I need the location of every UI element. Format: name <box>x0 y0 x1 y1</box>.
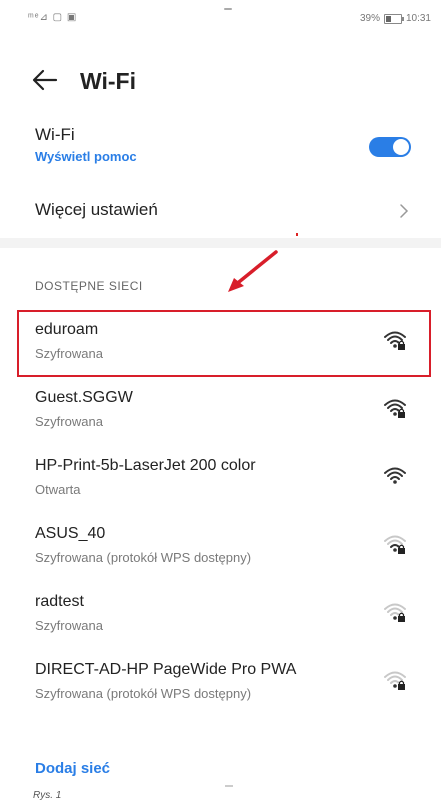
available-networks-header: DOSTĘPNE SIECI <box>35 279 143 293</box>
add-network-link[interactable]: Dodaj sieć <box>35 760 110 777</box>
clock: 10:31 <box>405 13 431 24</box>
chevron-right-icon <box>400 204 409 218</box>
bottom-handle <box>225 785 233 787</box>
wifi-locked-icon <box>384 399 406 418</box>
network-name: eduroam <box>35 321 99 338</box>
wifi-toggle-row[interactable]: Wi-Fi Wyświetl pomoc <box>0 125 441 175</box>
network-security: Otwarta <box>35 482 81 497</box>
wifi-icon <box>384 467 406 484</box>
network-name: DIRECT-AD-HP PageWide Pro PWA <box>35 661 297 678</box>
more-settings-row[interactable]: Więcej ustawień <box>0 200 441 226</box>
section-separator <box>0 238 441 248</box>
network-security: Szyfrowana <box>35 618 103 633</box>
wifi-locked-icon <box>384 671 406 690</box>
wifi-locked-icon <box>384 603 406 622</box>
red-mark <box>296 233 298 236</box>
status-icons: ᵐᵉ⊿ ▢ ▣ <box>28 12 78 23</box>
red-arrow-annotation <box>228 250 278 292</box>
network-name: HP-Print-5b-LaserJet 200 color <box>35 457 256 474</box>
wifi-network-item[interactable]: eduroam Szyfrowana <box>0 315 441 381</box>
toggle-knob <box>393 139 409 155</box>
wifi-network-item[interactable]: ASUS_40 Szyfrowana (protokół WPS dostępny… <box>0 519 441 585</box>
more-settings-label: Więcej ustawień <box>35 200 158 219</box>
wifi-network-item[interactable]: HP-Print-5b-LaserJet 200 color Otwarta <box>0 451 441 517</box>
top-notch <box>224 8 232 10</box>
battery-icon <box>383 13 404 24</box>
network-name: radtest <box>35 593 84 610</box>
wifi-toggle-label: Wi-Fi <box>35 125 75 144</box>
figure-caption: Rys. 1 <box>33 790 62 801</box>
help-link[interactable]: Wyświetl pomoc <box>35 149 137 164</box>
wifi-locked-icon <box>384 535 406 554</box>
wifi-network-item[interactable]: DIRECT-AD-HP PageWide Pro PWA Szyfrowana … <box>0 655 441 721</box>
wifi-network-item[interactable]: Guest.SGGW Szyfrowana <box>0 383 441 449</box>
status-bar: ᵐᵉ⊿ ▢ ▣ 39% 10:31 <box>0 0 441 44</box>
battery-percent: 39% <box>359 13 380 24</box>
wifi-network-item[interactable]: radtest Szyfrowana <box>0 587 441 653</box>
arrow-left-icon[interactable] <box>30 66 60 94</box>
network-name: Guest.SGGW <box>35 389 133 406</box>
network-name: ASUS_40 <box>35 525 106 542</box>
wifi-locked-icon <box>384 331 406 350</box>
page-title: Wi-Fi <box>80 68 136 94</box>
app-header: Wi-Fi <box>0 58 441 104</box>
network-security: Szyfrowana (protokół WPS dostępny) <box>35 550 252 565</box>
network-security: Szyfrowana (protokół WPS dostępny) <box>35 686 252 701</box>
network-security: Szyfrowana <box>35 414 103 429</box>
wifi-toggle-switch[interactable] <box>369 137 411 157</box>
network-security: Szyfrowana <box>35 346 103 361</box>
status-right: 39% 10:31 <box>360 13 431 24</box>
